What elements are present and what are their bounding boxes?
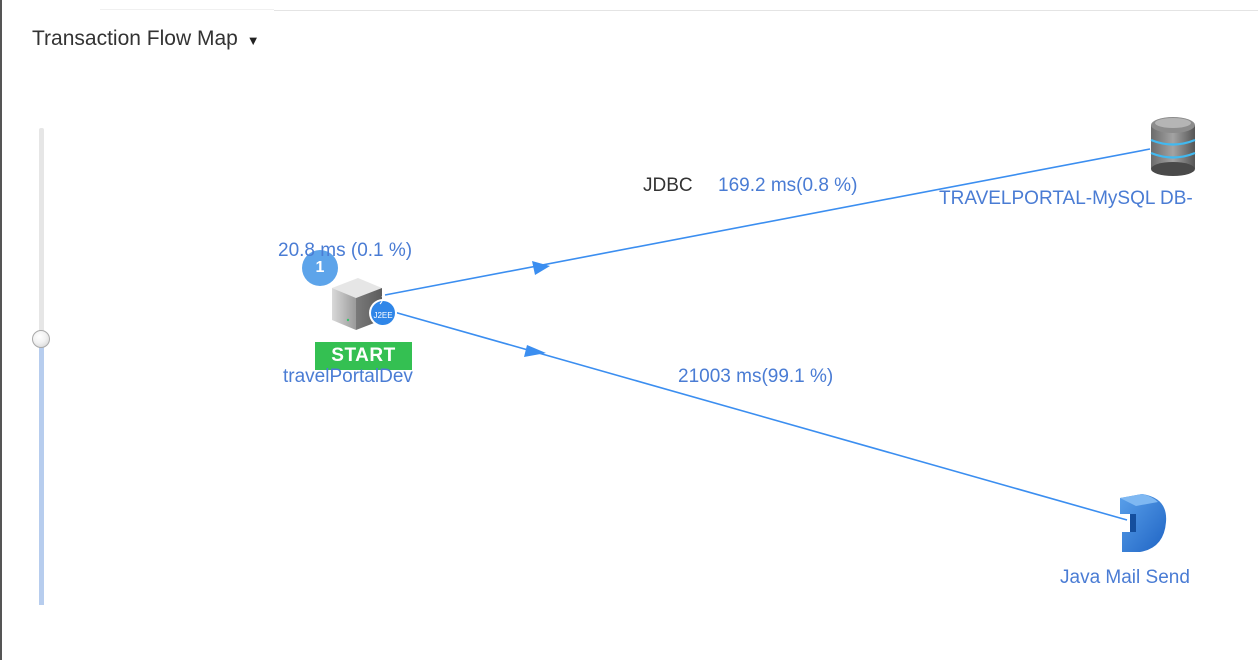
edge-mail-arrow-icon	[524, 345, 546, 357]
mail-plug-icon[interactable]	[1120, 494, 1167, 552]
edge-mail-line	[386, 309, 1128, 521]
edge-jdbc-arrow-icon	[532, 261, 550, 275]
edge-mail-time: 21003 ms(99.1 %)	[678, 366, 834, 387]
edge-jdbc-time: 169.2 ms(0.8 %)	[718, 175, 858, 196]
database-icon[interactable]	[1150, 117, 1196, 176]
flow-map-canvas: J2EE	[332, 117, 1196, 552]
edge-jdbc[interactable]	[384, 148, 1151, 296]
mail-node-name[interactable]: Java Mail Send	[1060, 567, 1190, 589]
flow-map-panel: Transaction Flow Map ▼ J2EE 1 START 20.8…	[0, 0, 1258, 660]
database-node-name[interactable]: TRAVELPORTAL-MySQL DB-	[939, 188, 1193, 210]
edge-jdbc-protocol: JDBC	[643, 175, 693, 196]
edge-jdbc-line	[384, 148, 1151, 296]
start-node-time: 20.8 ms (0.1 %)	[278, 240, 413, 261]
start-node-name[interactable]: travelPortalDev	[283, 366, 413, 388]
edge-mail[interactable]	[386, 309, 1128, 521]
svg-text:J2EE: J2EE	[373, 311, 392, 320]
